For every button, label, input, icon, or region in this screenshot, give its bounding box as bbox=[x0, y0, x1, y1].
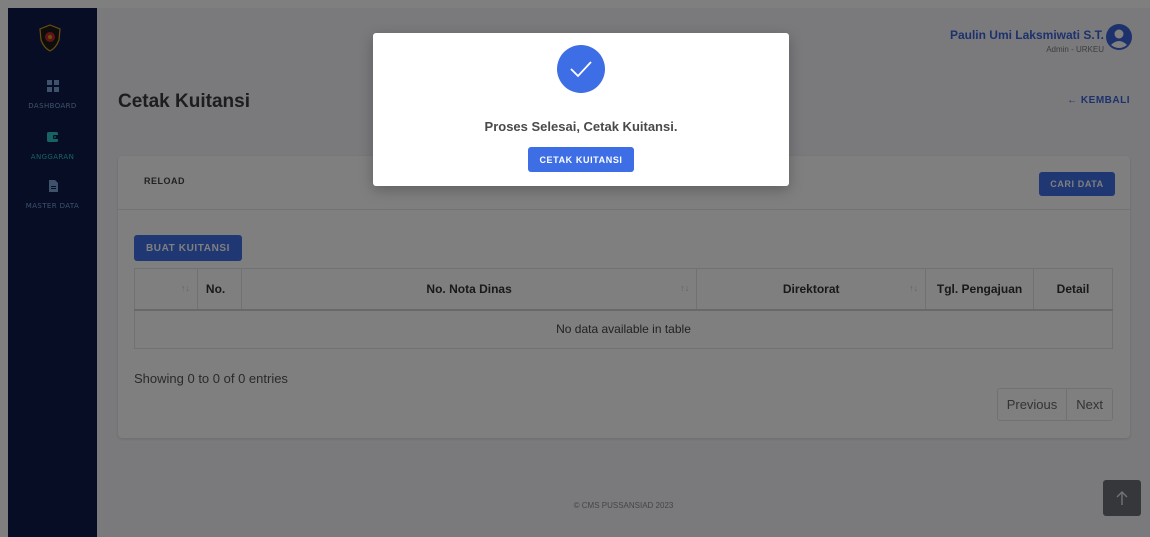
success-check-icon bbox=[557, 45, 605, 93]
print-receipt-button[interactable]: CETAK KUITANSI bbox=[528, 147, 634, 172]
success-dialog: Proses Selesai, Cetak Kuitansi. CETAK KU… bbox=[373, 33, 789, 186]
dialog-message: Proses Selesai, Cetak Kuitansi. bbox=[484, 119, 678, 134]
